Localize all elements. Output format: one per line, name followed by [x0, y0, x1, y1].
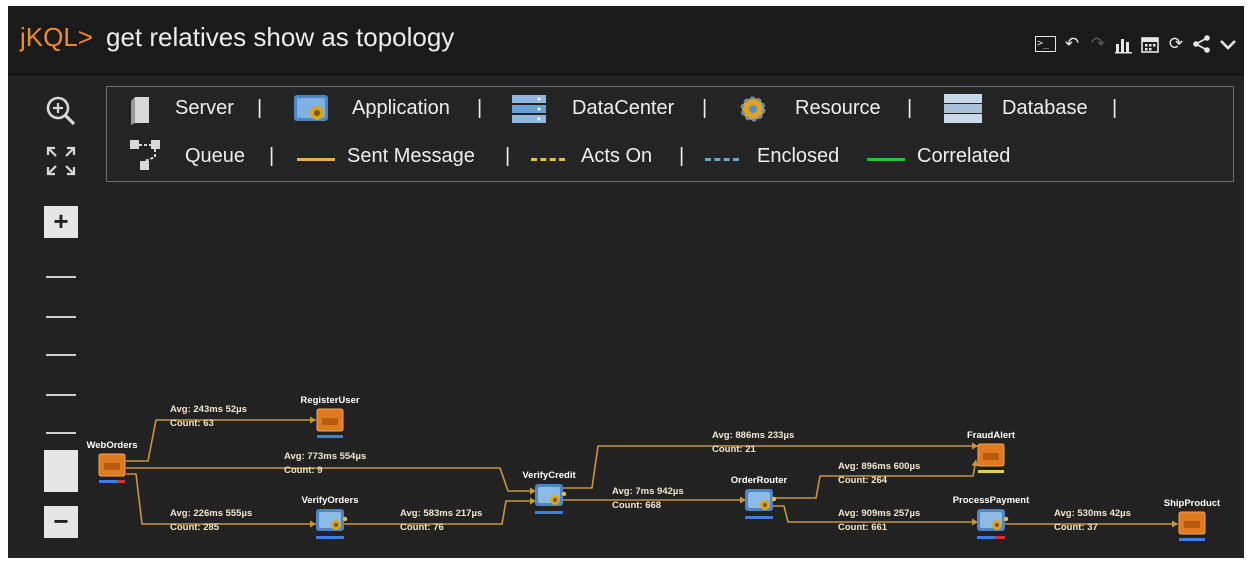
edge-avg-label: Avg: 530ms 42µs [1054, 508, 1131, 519]
edge-avg-label: Avg: 7ms 942µs [612, 486, 684, 497]
node-RegisterUser[interactable]: RegisterUser [300, 395, 360, 438]
edge-avg-label: Avg: 583ms 217µs [400, 508, 482, 519]
node-OrderRouter[interactable]: OrderRouter [731, 475, 788, 519]
topology-canvas[interactable]: + − Server | Application | DataCenter | … [8, 76, 1244, 558]
node-ShipProduct[interactable]: ShipProduct [1164, 498, 1221, 541]
topology-window: jKQL> get relatives show as topology >_ … [8, 6, 1244, 558]
chevron-down-icon[interactable] [1218, 34, 1238, 54]
edge-avg-label: Avg: 886ms 233µs [712, 430, 794, 441]
query-text[interactable]: get relatives show as topology [106, 22, 454, 53]
refresh-icon[interactable]: ⟳ [1166, 34, 1186, 54]
node-label: OrderRouter [731, 475, 788, 486]
edge-count-label: Count: 668 [612, 500, 661, 511]
edge-avg-label: Avg: 243ms 52µs [170, 404, 247, 415]
node-label: RegisterUser [300, 395, 359, 406]
edge-avg-label: Avg: 226ms 555µs [170, 508, 252, 519]
edge-count-label: Count: 76 [400, 522, 444, 533]
node-label: ShipProduct [1164, 498, 1221, 509]
edge-avg-label: Avg: 896ms 600µs [838, 461, 920, 472]
edge-arrowhead [310, 520, 316, 528]
topology-graph[interactable]: Avg: 243ms 52µs Count: 63 Avg: 773ms 554µs… [8, 76, 1244, 558]
terminal-icon[interactable]: >_ [1035, 36, 1056, 52]
edge-avg-label: Avg: 773ms 554µs [284, 451, 366, 462]
edge-count-label: Count: 63 [170, 418, 214, 429]
bar-chart-icon[interactable] [1114, 34, 1134, 54]
calendar-icon[interactable] [1140, 34, 1160, 54]
share-icon[interactable] [1192, 34, 1212, 54]
jkql-prompt: jKQL> [20, 22, 93, 52]
edge-WebOrders-VerifyCredit[interactable] [126, 467, 536, 492]
node-VerifyOrders[interactable]: VerifyOrders [301, 495, 359, 539]
edge-count-label: Count: 9 [284, 465, 323, 476]
edge-arrowhead [310, 416, 316, 424]
edge-arrowhead [972, 442, 978, 450]
edge-count-label: Count: 21 [712, 444, 757, 455]
redo-icon[interactable]: ↷ [1088, 34, 1108, 54]
edge-arrowhead [971, 460, 979, 467]
node-label: VerifyOrders [301, 495, 358, 506]
edge-avg-label: Avg: 909ms 257µs [838, 508, 920, 519]
edge-arrowhead [1172, 520, 1178, 528]
toolbar: >_ ↶ ↷ ⟳ [1035, 34, 1238, 54]
node-ProcessPayment[interactable]: ProcessPayment [953, 495, 1030, 539]
edge-count-label: Count: 37 [1054, 522, 1098, 533]
node-label: WebOrders [86, 440, 137, 451]
node-label: VerifyCredit [522, 470, 576, 481]
edge-count-label: Count: 264 [838, 475, 888, 486]
node-label: FraudAlert [967, 430, 1016, 441]
edge-count-label: Count: 661 [838, 522, 888, 533]
node-label: ProcessPayment [953, 495, 1030, 506]
edge-count-label: Count: 285 [170, 522, 220, 533]
query-bar: jKQL> get relatives show as topology >_ … [8, 6, 1244, 75]
undo-icon[interactable]: ↶ [1062, 34, 1082, 54]
